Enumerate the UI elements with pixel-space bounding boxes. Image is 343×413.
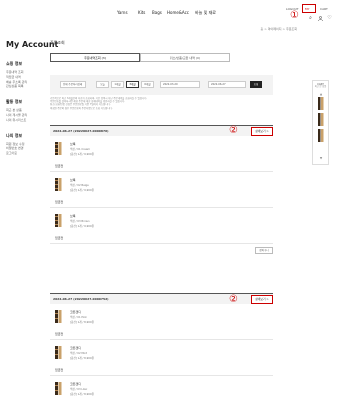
item-option: 색상 / 01 Pink	[70, 316, 87, 319]
product-thumbnail[interactable]	[55, 142, 62, 155]
order-tabs: 주문내역조회 (3) 취소/반품/교환 내역 (0)	[50, 53, 230, 62]
breadcrumb: 홈 > 마이페이지 > 주문조회	[260, 27, 297, 31]
period-3m[interactable]: 3개월	[126, 81, 139, 88]
order-item: 코튼캔디 색상 / 02 Mint [옵션] 1개 / 8,900원 입금전	[50, 340, 273, 376]
cart-link[interactable]: CART	[320, 7, 328, 11]
nav-kits[interactable]: Kits	[138, 10, 145, 15]
nav-bags[interactable]: Bags	[152, 10, 162, 15]
item-status: 입금전	[55, 200, 64, 204]
item-status: 입금전	[55, 236, 64, 240]
search-button[interactable]: 조회	[250, 81, 262, 88]
item-option: 색상 / 02 Mint	[70, 352, 88, 355]
period-1m[interactable]: 1개월	[111, 81, 124, 88]
order-item: 브룩 색상 / 01 Cream [옵션] 1개 / 9,900원 입금전	[50, 136, 273, 172]
item-price: [옵션] 1개 / 9,900원	[70, 189, 94, 192]
annotation-one: ①	[290, 10, 299, 21]
order-block: 2022-06-27 (20220627-0000752) 상세보기 > 코튼캔…	[50, 293, 273, 412]
annotation-two: ②	[229, 294, 238, 305]
item-option: 색상 / 02 Beige	[70, 184, 89, 187]
nav-home-acc[interactable]: Home&Acc	[167, 10, 189, 15]
nav-needles[interactable]: 바늘 및 재료	[195, 10, 216, 16]
period-6m[interactable]: 6개월	[141, 81, 154, 88]
item-name[interactable]: 브룩	[70, 142, 76, 146]
item-status: 입금전	[55, 164, 64, 168]
order-header: 2022-06-27 (20220627-0000752) 상세보기 >	[50, 293, 273, 304]
user-icon[interactable]	[318, 16, 323, 22]
sidebar-group-title: 활동 정보	[6, 99, 23, 105]
order-number[interactable]: 2022-06-27 (20220627-0000752)	[53, 297, 109, 301]
item-name[interactable]: 코튼캔디	[70, 382, 81, 386]
item-price: [옵션] 1개 / 8,900원	[70, 321, 94, 324]
recent-product-thumbnail[interactable]	[318, 113, 324, 126]
sidebar-group-shopping: 쇼핑 정보 주문내역 조회 적립금 내역 배송 주소록 관리 관심상품 목록	[6, 61, 46, 89]
item-name[interactable]: 브룩	[70, 214, 76, 218]
product-thumbnail[interactable]	[55, 382, 62, 395]
product-thumbnail[interactable]	[55, 178, 62, 191]
order-block: 2022-06-27 (20220627-0000876) 상세보기 > 브룩 …	[50, 125, 273, 257]
sidebar-group-title: 쇼핑 정보	[6, 61, 23, 66]
order-detail-button[interactable]: 상세보기 >	[251, 295, 273, 304]
date-to-input[interactable]: 2022-06-27	[208, 81, 246, 88]
item-name[interactable]: 코튼캔디	[70, 346, 81, 350]
status-select[interactable]: 전체 주문처리상태	[60, 81, 86, 88]
recent-product-thumbnail[interactable]	[318, 129, 324, 142]
recent-panel: CART 최근 본 상품 ▲ ▼	[312, 80, 329, 165]
date-from-input[interactable]: 2022-03-29	[160, 81, 200, 88]
item-status: 입금전	[55, 332, 64, 336]
sidebar-item-logout[interactable]: 로그아웃	[6, 151, 46, 156]
recent-product-thumbnail[interactable]	[318, 97, 324, 110]
add-to-cart-button[interactable]: 장바구니	[255, 247, 273, 254]
filter-bar: 전체 주문처리상태 오늘 1개월 3개월 6개월 2022-03-29 ~ 20…	[50, 75, 273, 95]
sidebar: My Account 쇼핑 정보 주문내역 조회 적립금 내역 배송 주소록 관…	[6, 40, 59, 156]
notice-line: 비회원 주문의 경우 주문번호와 주문자명으로 조회 가능합니다.	[50, 106, 113, 110]
item-name[interactable]: 브룩	[70, 178, 76, 182]
search-icon[interactable]: ⌕	[308, 16, 313, 21]
sidebar-group-title: 나의 정보	[6, 132, 23, 138]
order-item: 코튼캔디 색상 / 03 Lilac [옵션] 1개 / 8,900원	[50, 376, 273, 412]
order-number[interactable]: 2022-06-27 (20220627-0000876)	[53, 129, 109, 133]
heart-icon[interactable]: ♡	[327, 16, 332, 21]
order-item: 코튼캔디 색상 / 01 Pink [옵션] 1개 / 8,900원 입금전	[50, 304, 273, 340]
page-title: 주문조회	[50, 40, 65, 45]
order-item: 브룩 색상 / 02 Beige [옵션] 1개 / 9,900원 입금전	[50, 172, 273, 208]
item-price: [옵션] 1개 / 9,900원	[70, 225, 94, 228]
item-option: 색상 / 03 Brown	[70, 220, 90, 223]
tab-order-history[interactable]: 주문내역조회 (3)	[50, 53, 140, 62]
product-thumbnail[interactable]	[55, 214, 62, 227]
item-price: [옵션] 1개 / 8,900원	[70, 393, 94, 396]
chevron-down-icon[interactable]: ▼	[319, 156, 323, 160]
product-thumbnail[interactable]	[55, 346, 62, 359]
annotation-two: ②	[229, 125, 238, 136]
sidebar-item-wishlist[interactable]: 관심상품 목록	[6, 84, 46, 89]
order-item: 브룩 색상 / 03 Brown [옵션] 1개 / 9,900원 입금전	[50, 208, 273, 244]
mypage-link[interactable]: MY	[302, 4, 316, 13]
sidebar-group-account: 나의 정보 회원 정보 수정 비밀번호 변경 로그아웃	[6, 133, 46, 156]
sidebar-group-activity: 활동 정보 최근 본 상품 나의 게시물 관리 나의 위시리스트	[6, 99, 46, 122]
order-footer: 장바구니	[50, 244, 273, 257]
item-option: 색상 / 03 Lilac	[70, 388, 88, 391]
sidebar-item-my-wishlist[interactable]: 나의 위시리스트	[6, 118, 46, 123]
recent-panel-subtitle: 최근 본 상품	[314, 85, 327, 88]
main-content: 주문조회 주문내역조회 (3) 취소/반품/교환 내역 (0) 전체 주문처리상…	[50, 40, 273, 396]
chevron-up-icon[interactable]: ▲	[319, 92, 323, 96]
item-price: [옵션] 1개 / 8,900원	[70, 357, 94, 360]
item-name[interactable]: 코튼캔디	[70, 310, 81, 314]
item-option: 색상 / 01 Cream	[70, 148, 90, 151]
sidebar-title: My Account	[6, 40, 59, 49]
period-today[interactable]: 오늘	[96, 81, 109, 88]
order-detail-button[interactable]: 상세보기 >	[251, 127, 273, 136]
nav-yarns[interactable]: Yarns	[117, 10, 128, 15]
notice-list: 기본적으로 최근 3개월간의 자료가 조회되며, 기간 검색시 지난 주문내역을…	[50, 97, 273, 110]
item-status: 입금전	[55, 368, 64, 372]
order-header: 2022-06-27 (20220627-0000876) 상세보기 >	[50, 125, 273, 136]
item-price: [옵션] 1개 / 9,900원	[70, 153, 94, 156]
tab-cancel-return[interactable]: 취소/반품/교환 내역 (0)	[140, 53, 230, 62]
mypage-label: MY	[305, 7, 310, 11]
product-thumbnail[interactable]	[55, 310, 62, 323]
